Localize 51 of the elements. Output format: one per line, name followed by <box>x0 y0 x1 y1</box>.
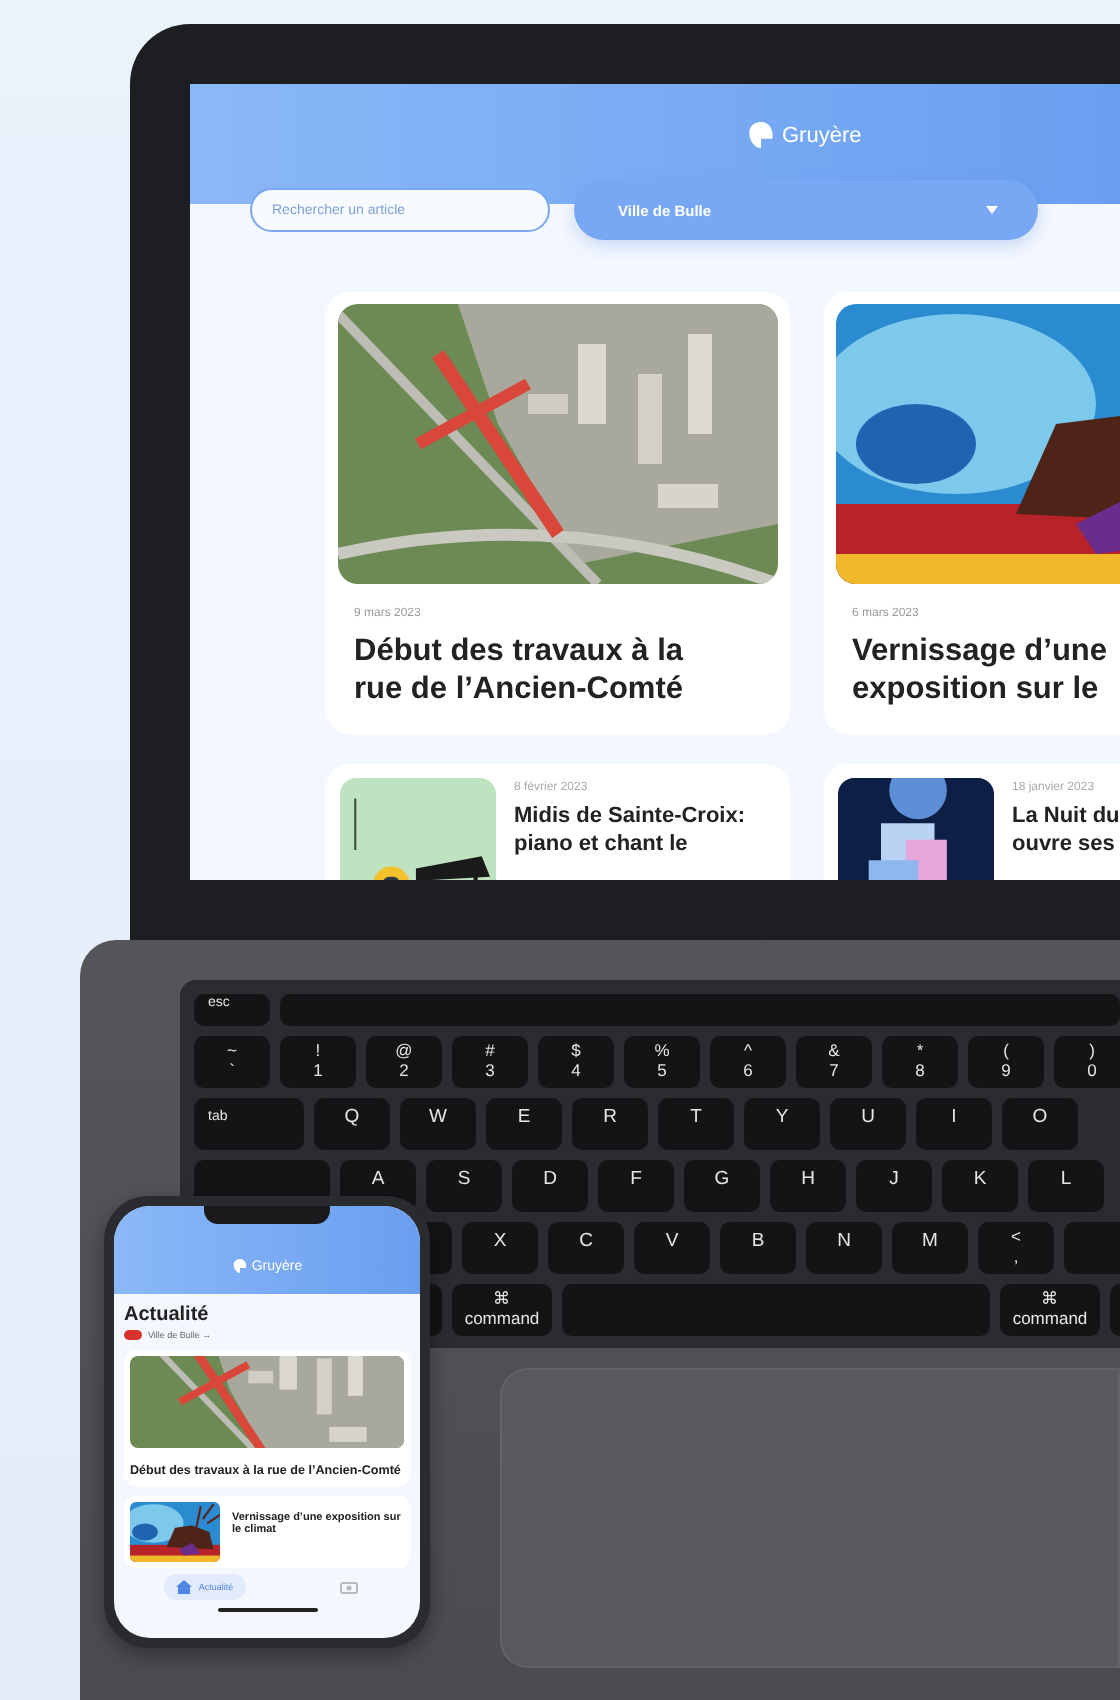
keyboard-key: ⌘ command <box>452 1284 552 1336</box>
keyboard-key: F <box>598 1160 674 1212</box>
keyboard-key: ⌘ command <box>1000 1284 1100 1336</box>
keyboard-key <box>1064 1222 1120 1274</box>
home-indicator <box>217 1607 317 1612</box>
keyboard-key: G <box>684 1160 760 1212</box>
keyboard-key: < , <box>978 1222 1054 1274</box>
article-title: Midis de Sainte-Croix: piano et chant le <box>514 801 746 859</box>
home-icon <box>176 1579 193 1594</box>
keyboard-key: C <box>548 1222 624 1274</box>
keyboard-key: ) 0 <box>1054 1036 1120 1088</box>
keyboard-key: D <box>512 1160 588 1212</box>
keyboard-key: J <box>856 1160 932 1212</box>
keyboard-key: ^ 6 <box>710 1036 786 1088</box>
keyboard-key: U <box>830 1098 906 1150</box>
keyboard-key: S <box>426 1160 502 1212</box>
keyboard-key: W <box>400 1098 476 1150</box>
keyboard-key: M <box>892 1222 968 1274</box>
keyboard-key: O <box>1002 1098 1078 1150</box>
keyboard-key: V <box>634 1222 710 1274</box>
phone-notch <box>204 1206 330 1224</box>
keyboard-key: T <box>658 1098 734 1150</box>
keyboard-key: R <box>572 1098 648 1150</box>
keyboard-key: H <box>770 1160 846 1212</box>
article-title: La Nuit du ouvre ses <box>1012 801 1120 859</box>
camera-icon <box>339 1579 358 1594</box>
page-heading: Actualité <box>124 1304 211 1326</box>
keyboard-key: X <box>462 1222 538 1274</box>
keyboard-key: E <box>486 1098 562 1150</box>
keyboard-key: ! 1 <box>280 1036 356 1088</box>
keyboard-key: ~ ` <box>194 1036 270 1088</box>
keyboard-key: Q <box>314 1098 390 1150</box>
keyboard-key: ( 9 <box>968 1036 1044 1088</box>
logo-icon <box>746 120 776 150</box>
keyboard-key: & 7 <box>796 1036 872 1088</box>
keyboard-key: L <box>1028 1160 1104 1212</box>
keyboard-key: K <box>942 1160 1018 1212</box>
article-title: Vernissage d’une exposition sur le <box>852 634 1109 710</box>
keyboard-key: % 5 <box>624 1036 700 1088</box>
keyboard-key: @ 2 <box>366 1036 442 1088</box>
keyboard-key: * 8 <box>882 1036 958 1088</box>
location-badge <box>124 1330 142 1340</box>
logo-icon <box>231 1258 248 1274</box>
keyboard-key: B <box>720 1222 796 1274</box>
keyboard-key: $ 4 <box>538 1036 614 1088</box>
keyboard-key: Y <box>744 1098 820 1150</box>
keyboard-key: N <box>806 1222 882 1274</box>
keyboard-key: I <box>916 1098 992 1150</box>
site-logo-text: Gruyère <box>782 123 862 147</box>
keyboard-key: # 3 <box>452 1036 528 1088</box>
article-title: Début des travaux à la rue de l’Ancien-Comté <box>354 634 686 710</box>
